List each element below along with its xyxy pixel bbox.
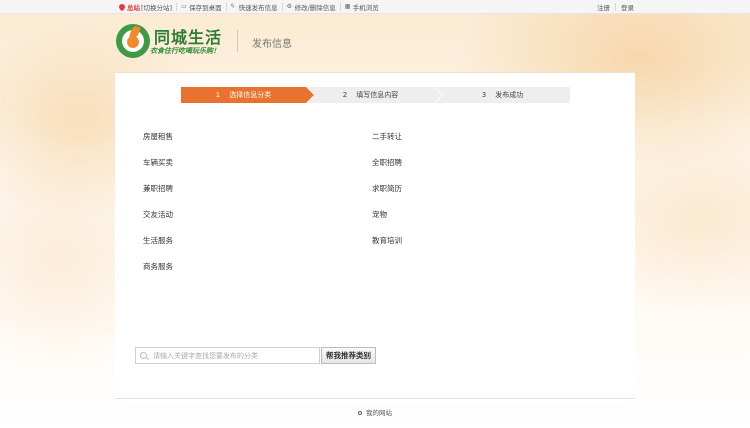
logo-mark-icon [116,24,150,58]
edit-delete-link[interactable]: ⚙ 修改/删除信息 [287,2,336,12]
logo-slogan: 衣食住行吃喝玩乐购！ [150,47,220,55]
category-link-fulltime-jobs[interactable]: 全职招聘 [372,157,402,168]
site-selector[interactable]: 总站 [117,2,140,12]
search-icon [140,352,147,359]
step-number: 1 [215,91,221,99]
divider [615,2,616,11]
category-link-parttime-jobs[interactable]: 兼职招聘 [143,183,173,194]
logo-title: 同城生活 [154,28,223,47]
category-search-input[interactable] [153,351,313,360]
site-logo[interactable]: 同城生活 衣食住行吃喝玩乐购！ [116,22,226,62]
category-link-education[interactable]: 教育培训 [372,235,402,246]
lightning-icon: ϟ [230,3,235,10]
step-select-category: 1 选择信息分类 [181,87,314,103]
login-link[interactable]: 登录 [621,2,634,12]
category-link-vehicles[interactable]: 车辆买卖 [143,157,173,168]
main-panel: 1 选择信息分类 2 填写信息内容 3 发布成功 房屋租售 车辆买卖 兼职招聘 … [115,72,635,402]
divider [225,2,227,11]
mobile-browse-link[interactable]: ▦ 手机浏览 [345,2,379,12]
monitor-icon: ▭ [181,3,187,10]
header-divider [237,30,238,52]
category-search: 帮我推荐类别 [135,347,397,364]
step-label: 发布成功 [495,91,524,99]
step-arrow [306,87,314,103]
quick-post-link[interactable]: ϟ 快速发布信息 [231,2,278,12]
search-field-wrapper [135,347,320,364]
recommend-category-button[interactable]: 帮我推荐类别 [321,347,376,364]
category-link-housing[interactable]: 房屋租售 [143,131,173,142]
category-link-resumes[interactable]: 求职简历 [372,183,402,194]
location-pin-icon [117,2,127,11]
switch-site-link[interactable]: [切换分站] [141,2,172,12]
step-fill-content: 2 填写信息内容 [307,87,442,103]
quick-post-label: 快速发布信息 [238,3,278,12]
divider [176,2,178,11]
page-title: 发布信息 [252,39,292,50]
save-to-desktop-label: 保存到桌面 [189,3,222,12]
save-to-desktop-link[interactable]: ▭ 保存到桌面 [181,2,222,12]
step-label: 选择信息分类 [229,91,272,99]
divider [281,2,283,11]
site-dot-icon [358,411,362,415]
footer-site-link[interactable]: 我的网站 [366,409,392,417]
category-link-business-services[interactable]: 商务服务 [143,261,173,272]
category-link-life-services[interactable]: 生活服务 [143,235,173,246]
divider [339,2,341,11]
category-link-pets[interactable]: 宠物 [372,209,387,220]
footer: 我的网站 [0,407,750,417]
step-number: 3 [481,91,487,99]
top-bar: 总站 [切换分站] ▭ 保存到桌面 ϟ 快速发布信息 ⚙ 修改/删除信息 ▦ 手… [0,0,750,14]
step-publish-success: 3 发布成功 [435,87,570,103]
progress-steps: 1 选择信息分类 2 填写信息内容 3 发布成功 [181,87,570,103]
category-link-social[interactable]: 交友活动 [143,209,173,220]
register-link[interactable]: 注册 [597,2,610,12]
step-arrow [434,87,442,103]
qrcode-icon: ▦ [344,3,351,10]
step-label: 填写信息内容 [356,91,399,99]
mobile-browse-label: 手机浏览 [352,3,379,12]
category-link-secondhand[interactable]: 二手转让 [372,131,402,142]
gear-icon: ⚙ [286,3,292,10]
step-number: 2 [342,91,348,99]
site-label: 总站 [127,3,140,12]
footer-divider [115,398,635,399]
edit-delete-label: 修改/删除信息 [294,3,336,12]
